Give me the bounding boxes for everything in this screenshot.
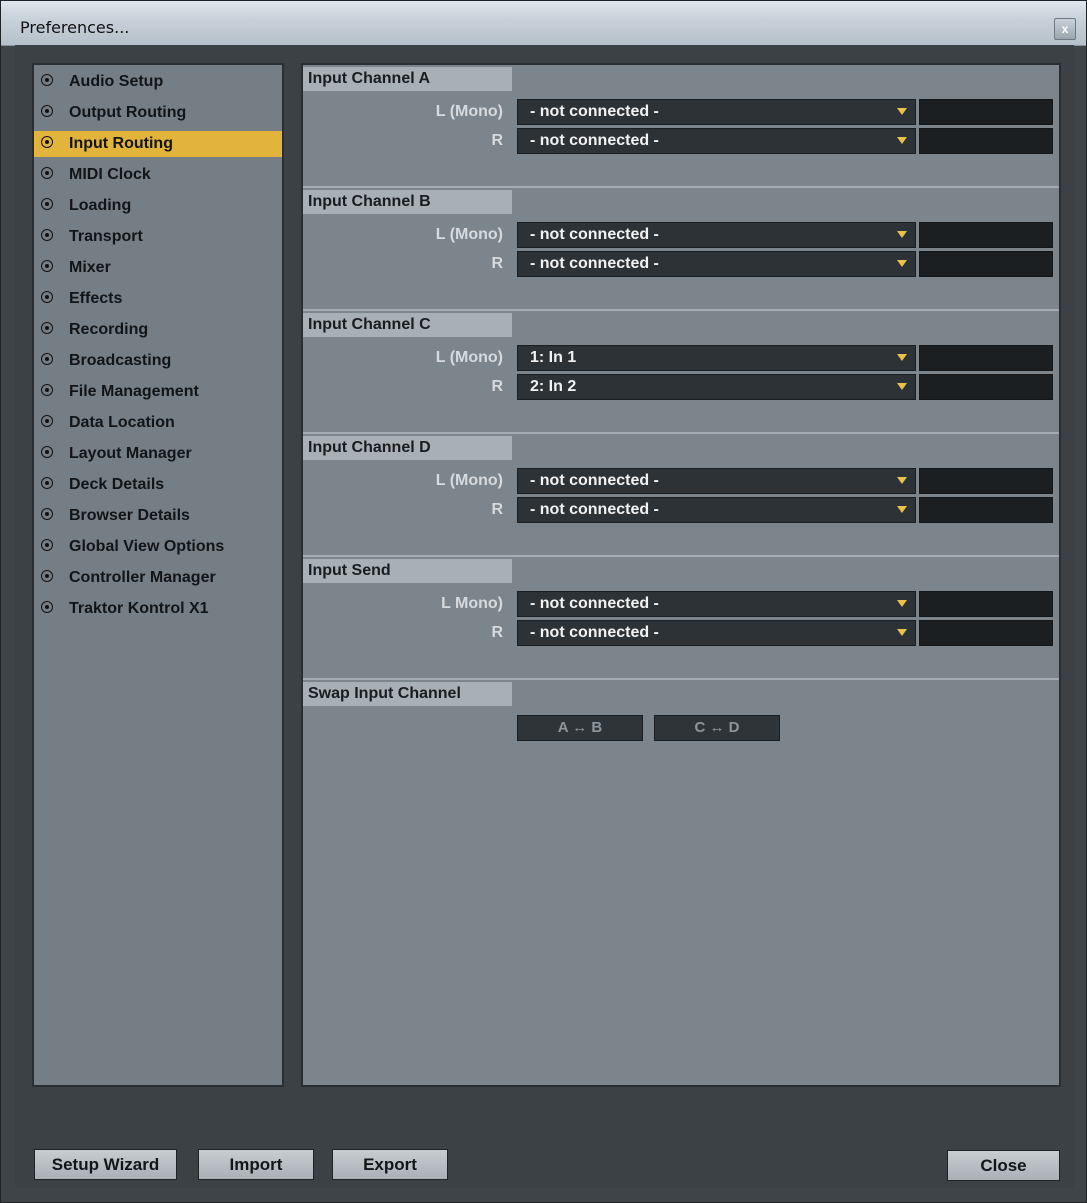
channel-d-right-select[interactable]: - not connected - (517, 497, 916, 523)
level-meter (919, 374, 1053, 400)
radio-bullet-icon (41, 601, 53, 613)
section-title-input-channel-b: Input Channel B (303, 190, 512, 214)
close-button[interactable]: Close (947, 1150, 1060, 1181)
level-meter (919, 497, 1053, 523)
section-title-swap-input-channel: Swap Input Channel (303, 682, 512, 706)
channel-a-left-select[interactable]: - not connected - (517, 99, 916, 125)
channel-b-right-select[interactable]: - not connected - (517, 251, 916, 277)
channel-c-left-select[interactable]: 1: In 1 (517, 345, 916, 371)
dropdown-arrow-icon (897, 354, 907, 361)
section-title-input-channel-c: Input Channel C (303, 313, 512, 337)
level-meter (919, 128, 1053, 154)
radio-bullet-icon (41, 415, 53, 427)
row-label: L Mono) (441, 595, 503, 612)
section-divider (303, 432, 1059, 434)
dropdown-arrow-icon (897, 600, 907, 607)
export-button[interactable]: Export (332, 1149, 448, 1180)
radio-bullet-icon (41, 198, 53, 210)
preferences-sidebar: Audio Setup Output Routing Input Routing… (32, 63, 284, 1087)
level-meter (919, 468, 1053, 494)
input-routing-panel: Input Channel A L (Mono) - not connected… (301, 63, 1061, 1087)
sidebar-item-midi-clock[interactable]: MIDI Clock (34, 162, 282, 188)
section-divider (303, 555, 1059, 557)
sidebar-item-file-management[interactable]: File Management (34, 379, 282, 405)
radio-bullet-icon (41, 105, 53, 117)
dropdown-arrow-icon (897, 506, 907, 513)
sidebar-item-broadcasting[interactable]: Broadcasting (34, 348, 282, 374)
section-divider (303, 186, 1059, 188)
channel-b-left-select[interactable]: - not connected - (517, 222, 916, 248)
radio-bullet-icon (41, 508, 53, 520)
radio-bullet-icon (41, 136, 53, 148)
dropdown-arrow-icon (897, 260, 907, 267)
sidebar-item-output-routing[interactable]: Output Routing (34, 100, 282, 126)
radio-bullet-icon (41, 570, 53, 582)
level-meter (919, 99, 1053, 125)
radio-bullet-icon (41, 446, 53, 458)
radio-bullet-icon (41, 384, 53, 396)
sidebar-item-mixer[interactable]: Mixer (34, 255, 282, 281)
row-label: R (491, 132, 503, 149)
radio-bullet-icon (41, 322, 53, 334)
section-title-input-send: Input Send (303, 559, 512, 583)
dropdown-arrow-icon (897, 137, 907, 144)
input-send-left-select[interactable]: - not connected - (517, 591, 916, 617)
sidebar-item-controller-manager[interactable]: Controller Manager (34, 565, 282, 591)
sidebar-item-layout-manager[interactable]: Layout Manager (34, 441, 282, 467)
row-label: L (Mono) (435, 103, 503, 120)
row-label: L (Mono) (435, 349, 503, 366)
sidebar-item-traktor-kontrol-x1[interactable]: Traktor Kontrol X1 (34, 596, 282, 622)
row-label: R (491, 624, 503, 641)
dropdown-arrow-icon (897, 383, 907, 390)
sidebar-item-loading[interactable]: Loading (34, 193, 282, 219)
row-label: L (Mono) (435, 226, 503, 243)
radio-bullet-icon (41, 260, 53, 272)
section-divider (303, 678, 1059, 680)
radio-bullet-icon (41, 539, 53, 551)
radio-bullet-icon (41, 229, 53, 241)
sidebar-item-browser-details[interactable]: Browser Details (34, 503, 282, 529)
section-divider (303, 309, 1059, 311)
row-label: R (491, 255, 503, 272)
title-bar[interactable]: Preferences... x (1, 1, 1086, 46)
section-title-input-channel-a: Input Channel A (303, 67, 512, 91)
sidebar-item-data-location[interactable]: Data Location (34, 410, 282, 436)
preferences-window: Preferences... x Audio Setup Output Rout… (0, 0, 1087, 1203)
level-meter (919, 591, 1053, 617)
radio-bullet-icon (41, 167, 53, 179)
sidebar-item-deck-details[interactable]: Deck Details (34, 472, 282, 498)
dropdown-arrow-icon (897, 231, 907, 238)
channel-c-right-select[interactable]: 2: In 2 (517, 374, 916, 400)
import-button[interactable]: Import (198, 1149, 314, 1180)
channel-a-right-select[interactable]: - not connected - (517, 128, 916, 154)
window-title: Preferences... (20, 18, 130, 37)
dropdown-arrow-icon (897, 108, 907, 115)
window-close-icon[interactable]: x (1054, 18, 1076, 40)
input-send-right-select[interactable]: - not connected - (517, 620, 916, 646)
level-meter (919, 345, 1053, 371)
swap-c-d-button[interactable]: C ↔ D (654, 715, 780, 741)
row-label: L (Mono) (435, 472, 503, 489)
level-meter (919, 251, 1053, 277)
dropdown-arrow-icon (897, 477, 907, 484)
sidebar-item-global-view-options[interactable]: Global View Options (34, 534, 282, 560)
radio-bullet-icon (41, 74, 53, 86)
radio-bullet-icon (41, 477, 53, 489)
setup-wizard-button[interactable]: Setup Wizard (34, 1149, 177, 1180)
row-label: R (491, 501, 503, 518)
row-label: R (491, 378, 503, 395)
channel-d-left-select[interactable]: - not connected - (517, 468, 916, 494)
level-meter (919, 620, 1053, 646)
sidebar-item-audio-setup[interactable]: Audio Setup (34, 69, 282, 95)
swap-a-b-button[interactable]: A ↔ B (517, 715, 643, 741)
sidebar-item-transport[interactable]: Transport (34, 224, 282, 250)
sidebar-item-input-routing[interactable]: Input Routing (34, 131, 282, 157)
dropdown-arrow-icon (897, 629, 907, 636)
sidebar-item-effects[interactable]: Effects (34, 286, 282, 312)
radio-bullet-icon (41, 353, 53, 365)
radio-bullet-icon (41, 291, 53, 303)
level-meter (919, 222, 1053, 248)
section-title-input-channel-d: Input Channel D (303, 436, 512, 460)
sidebar-item-recording[interactable]: Recording (34, 317, 282, 343)
